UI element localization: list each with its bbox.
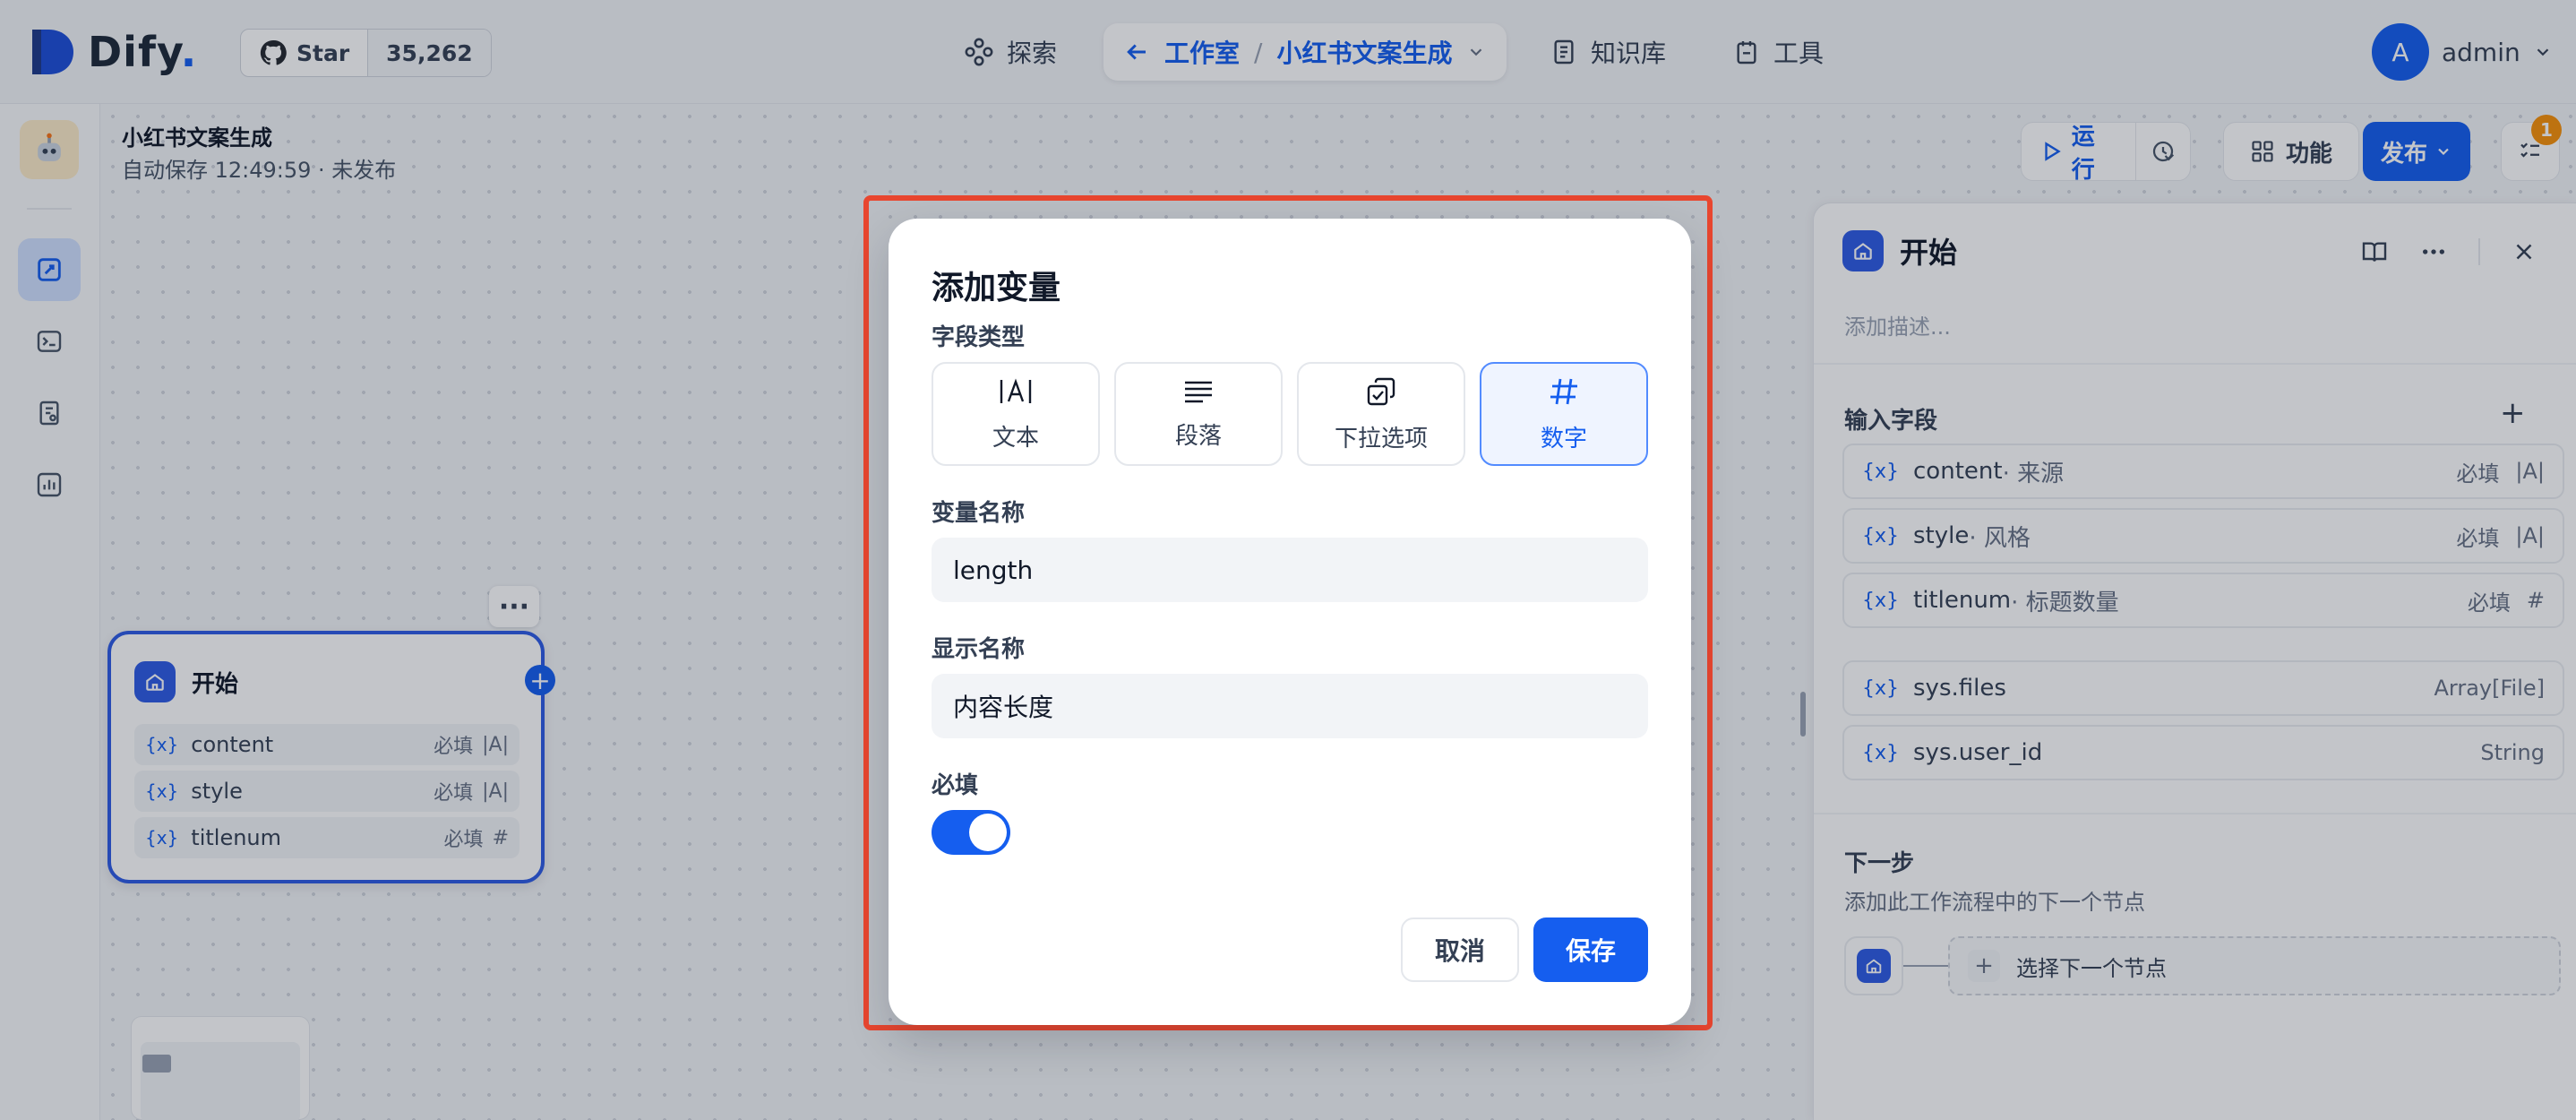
variable-name-label: 变量名称 <box>932 500 1026 527</box>
type-option-paragraph[interactable]: 段落 <box>1114 362 1283 466</box>
text-type-icon <box>1000 377 1032 403</box>
display-name-input[interactable] <box>932 674 1648 738</box>
select-options-icon <box>1367 377 1395 405</box>
required-label: 必填 <box>932 772 979 799</box>
dialog-title: 添加变量 <box>932 270 1061 306</box>
variable-name-input[interactable] <box>932 538 1648 602</box>
required-toggle[interactable] <box>932 810 1010 855</box>
type-option-text[interactable]: 文本 <box>932 362 1100 466</box>
type-option-number[interactable]: 数字 <box>1480 362 1648 466</box>
type-option-text-label: 文本 <box>992 424 1039 452</box>
display-name-label: 显示名称 <box>932 636 1026 663</box>
type-option-paragraph-label: 段落 <box>1174 422 1222 450</box>
required-toggle-knob <box>969 814 1007 851</box>
type-option-select-label: 下拉选项 <box>1334 425 1428 452</box>
add-variable-dialog: 添加变量 字段类型 文本 段落 下拉选项 数字 变量名称 显示名称 必填 取消 … <box>889 219 1691 1025</box>
save-button[interactable]: 保存 <box>1533 918 1648 982</box>
cancel-button[interactable]: 取消 <box>1401 918 1519 982</box>
paragraph-icon <box>1185 381 1212 402</box>
hash-icon <box>1550 378 1577 404</box>
type-option-select[interactable]: 下拉选项 <box>1297 362 1465 466</box>
field-type-label: 字段类型 <box>932 324 1026 351</box>
type-option-number-label: 数字 <box>1540 425 1587 452</box>
